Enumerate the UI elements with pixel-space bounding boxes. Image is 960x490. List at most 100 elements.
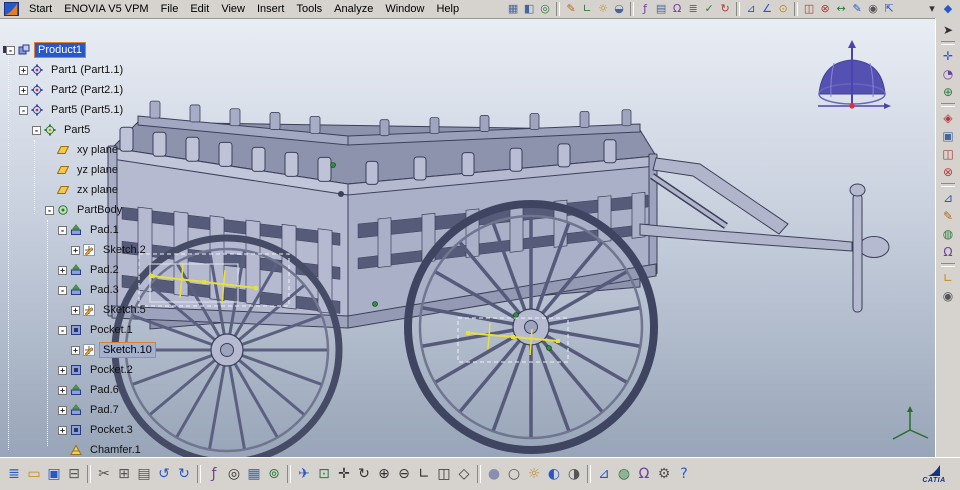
tree-item-part5-part5-1[interactable]: - Part5 (Part5.1) xyxy=(2,100,232,120)
tree-item-label[interactable]: Product1 xyxy=(34,42,87,58)
tree-expander-icon[interactable]: + xyxy=(71,345,80,355)
tree-item-label[interactable]: yz plane xyxy=(73,162,122,178)
tree-item-label[interactable]: Sketch.2 xyxy=(99,242,150,258)
menu-view[interactable]: View xyxy=(215,2,251,16)
publish-icon[interactable]: ⇱ xyxy=(881,1,897,17)
options-icon[interactable]: ⚙ xyxy=(654,464,674,484)
reaction-icon[interactable]: ↻ xyxy=(717,1,733,17)
tree-item-label[interactable]: Part5 xyxy=(60,122,94,138)
ruler-icon[interactable]: ∟ xyxy=(579,1,595,17)
tree-item-pad-2[interactable]: + Pad.2 xyxy=(2,260,232,280)
camera-capture-icon[interactable]: ◉ xyxy=(865,1,881,17)
swap-visible-space-icon[interactable]: ◑ xyxy=(564,464,584,484)
tree-item-label[interactable]: Part1 (Part1.1) xyxy=(47,62,127,78)
render-style-icon[interactable]: ◧ xyxy=(521,1,537,17)
knowledge-b-icon[interactable]: Ω xyxy=(634,464,654,484)
tree-expander-icon[interactable]: + xyxy=(19,65,28,75)
window-list-icon[interactable]: ▾ xyxy=(924,1,940,17)
zoom-in-icon[interactable]: ⊕ xyxy=(374,464,394,484)
tree-item-sketch-10[interactable]: + Sketch.10 xyxy=(2,340,232,360)
tree-expander-icon[interactable]: + xyxy=(58,365,67,375)
fit-all-in-icon[interactable]: ⊡ xyxy=(314,464,334,484)
snap-to-point-icon[interactable]: ⊚ xyxy=(264,464,284,484)
save-icon[interactable]: ▣ xyxy=(44,464,64,484)
copy-icon[interactable]: ⊞ xyxy=(114,464,134,484)
tree-expander-icon[interactable]: + xyxy=(58,265,67,275)
catalog-browser-icon[interactable]: ◍ xyxy=(938,225,958,243)
tree-expander-icon[interactable]: + xyxy=(71,305,80,315)
text-annotation-icon[interactable]: ✎ xyxy=(938,207,958,225)
tree-item-pocket-1[interactable]: - Pocket.1 xyxy=(2,320,232,340)
lighting-icon[interactable]: ☼ xyxy=(524,464,544,484)
tree-item-label[interactable]: Pad.1 xyxy=(86,222,123,238)
cut-icon[interactable]: ✂ xyxy=(94,464,114,484)
menu-enovia-v5-vpm[interactable]: ENOVIA V5 VPM xyxy=(58,2,154,16)
menu-help[interactable]: Help xyxy=(430,2,465,16)
print-icon[interactable]: ⊟ xyxy=(64,464,84,484)
tree-item-zx-plane[interactable]: zx plane xyxy=(2,180,232,200)
tree-item-xy-plane[interactable]: xy plane xyxy=(2,140,232,160)
rotate-icon[interactable]: ↻ xyxy=(354,464,374,484)
tree-item-label[interactable]: Pad.3 xyxy=(86,282,123,298)
tree-expander-icon[interactable]: + xyxy=(58,405,67,415)
section-view-icon[interactable]: ◫ xyxy=(938,145,958,163)
depth-effect-icon[interactable]: ◒ xyxy=(611,1,627,17)
light-source-icon[interactable]: ☼ xyxy=(595,1,611,17)
fly-mode-icon[interactable]: ✈ xyxy=(294,464,314,484)
tree-item-pad-3[interactable]: - Pad.3 xyxy=(2,280,232,300)
tree-expander-icon[interactable]: + xyxy=(58,385,67,395)
tree-item-sketch-2[interactable]: + Sketch.2 xyxy=(2,240,232,260)
sectioning-icon[interactable]: ◫ xyxy=(801,1,817,17)
menu-window[interactable]: Window xyxy=(379,2,430,16)
formula-fx-icon[interactable]: ƒ xyxy=(204,464,224,484)
design-table-icon[interactable]: ▤ xyxy=(653,1,669,17)
visualization-filter-icon[interactable]: ▦ xyxy=(505,1,521,17)
paste-icon[interactable]: ▤ xyxy=(134,464,154,484)
paint-icon[interactable]: ✎ xyxy=(563,1,579,17)
measure-icon[interactable]: ⊿ xyxy=(938,189,958,207)
tree-item-chamfer-1[interactable]: Chamfer.1 xyxy=(2,440,232,458)
tree-expander-icon[interactable]: + xyxy=(19,85,28,95)
compass-manipulation-icon[interactable]: ◔ xyxy=(938,65,958,83)
hide-show-icon[interactable]: ◐ xyxy=(544,464,564,484)
shading-mode-icon[interactable]: ● xyxy=(484,464,504,484)
tree-item-part2-part2-1[interactable]: + Part2 (Part2.1) xyxy=(2,80,232,100)
tree-expander-icon[interactable]: + xyxy=(71,245,80,255)
menu-analyze[interactable]: Analyze xyxy=(328,2,379,16)
tree-item-product1[interactable]: - Product1 xyxy=(2,40,232,60)
tree-expander-icon[interactable]: - xyxy=(6,45,15,55)
tree-item-label[interactable]: Part5 (Part5.1) xyxy=(47,102,127,118)
snap-icon[interactable]: ⊕ xyxy=(938,83,958,101)
menu-insert[interactable]: Insert xyxy=(251,2,291,16)
knowledge-icon[interactable]: Ω xyxy=(669,1,685,17)
tree-item-label[interactable]: Pocket.2 xyxy=(86,362,137,378)
tree-item-label[interactable]: Sketch.10 xyxy=(99,342,156,358)
menu-edit[interactable]: Edit xyxy=(184,2,215,16)
annotation-3d-icon[interactable]: ✎ xyxy=(849,1,865,17)
rule-editor-icon[interactable]: ≣ xyxy=(685,1,701,17)
tree-item-pocket-2[interactable]: + Pocket.2 xyxy=(2,360,232,380)
zoom-out-icon[interactable]: ⊖ xyxy=(394,464,414,484)
redo-icon[interactable]: ↻ xyxy=(174,464,194,484)
tree-expander-icon[interactable]: - xyxy=(19,105,28,115)
clash-icon[interactable]: ⊗ xyxy=(817,1,833,17)
pan-icon[interactable]: ✛ xyxy=(334,464,354,484)
3d-viewport[interactable]: - Product1 + Part1 (Part1.1) + Part2 (Part2.1… xyxy=(0,18,936,458)
measure-between-b-icon[interactable]: ⊿ xyxy=(594,464,614,484)
tree-item-label[interactable]: Chamfer.1 xyxy=(86,442,145,458)
tree-expander-icon[interactable]: - xyxy=(45,205,54,215)
check-editor-icon[interactable]: ✓ xyxy=(701,1,717,17)
tree-item-label[interactable]: Pocket.3 xyxy=(86,422,137,438)
axis-system-icon[interactable]: ∟ xyxy=(938,269,958,287)
menu-file[interactable]: File xyxy=(155,2,185,16)
tree-item-pad-6[interactable]: + Pad.6 xyxy=(2,380,232,400)
undo-icon[interactable]: ↺ xyxy=(154,464,174,484)
tree-item-label[interactable]: zx plane xyxy=(73,182,122,198)
tree-expander-icon[interactable]: - xyxy=(32,125,41,135)
knowledge-tools-icon[interactable]: Ω xyxy=(938,243,958,261)
create-multi-view-icon[interactable]: ◫ xyxy=(434,464,454,484)
tree-expander-icon[interactable]: - xyxy=(58,325,67,335)
scene-icon[interactable]: ▣ xyxy=(938,127,958,145)
space-analysis-icon[interactable]: ◈ xyxy=(938,109,958,127)
tree-item-partbody[interactable]: - PartBody xyxy=(2,200,232,220)
